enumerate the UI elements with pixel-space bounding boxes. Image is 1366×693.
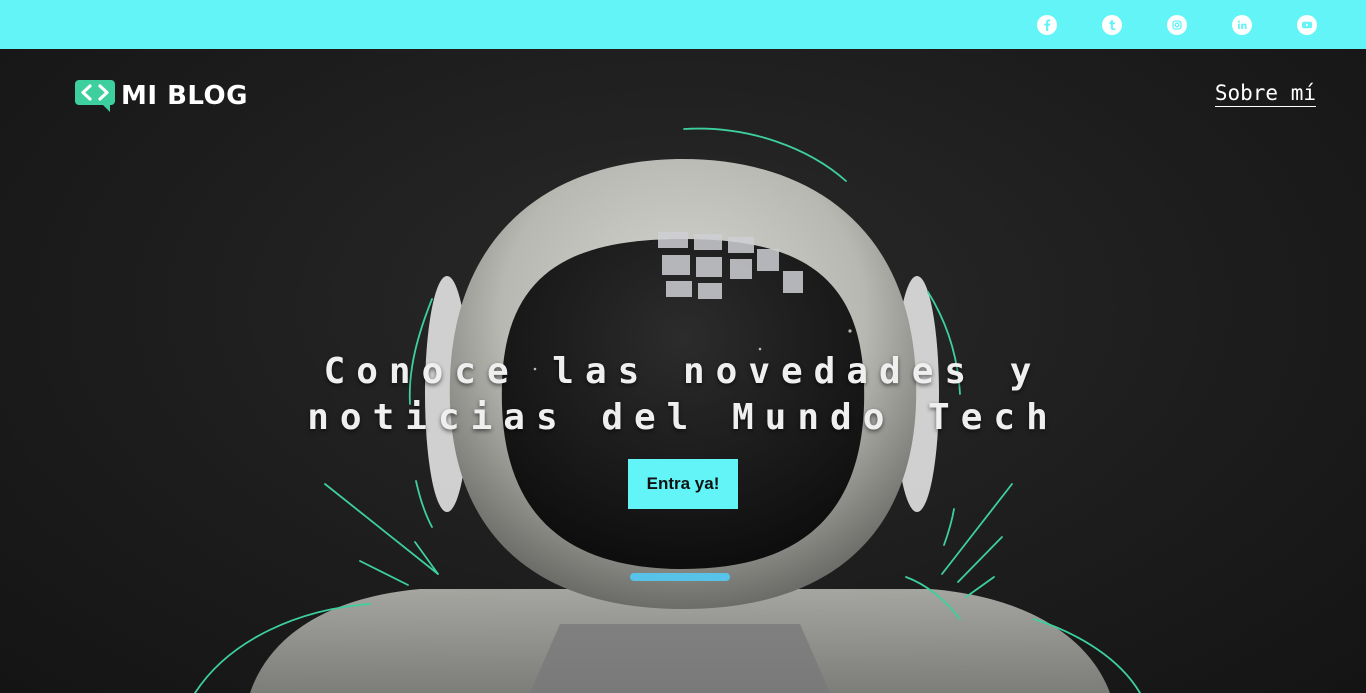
hero-headline-line1: Conoce las novedades y — [323, 351, 1043, 392]
nav-about-link[interactable]: Sobre mí — [1214, 81, 1316, 108]
social-bar — [0, 0, 1366, 49]
code-bubble-icon — [75, 80, 115, 112]
youtube-icon[interactable] — [1297, 14, 1317, 35]
hero-headline-line2: noticias del Mundo Tech — [307, 397, 1059, 438]
hero-headline: Conoce las novedades y noticias del Mund… — [283, 349, 1083, 441]
linkedin-icon[interactable] — [1232, 14, 1252, 35]
cta-button[interactable]: Entra ya! — [628, 459, 738, 509]
instagram-icon[interactable] — [1167, 14, 1187, 35]
logo-text: MI BLOG — [121, 81, 248, 111]
facebook-icon[interactable] — [1037, 14, 1057, 35]
hero-section: MI BLOG Sobre mí Conoce las novedades y … — [0, 49, 1366, 693]
tumblr-icon[interactable] — [1102, 14, 1122, 35]
logo[interactable]: MI BLOG — [75, 80, 248, 112]
